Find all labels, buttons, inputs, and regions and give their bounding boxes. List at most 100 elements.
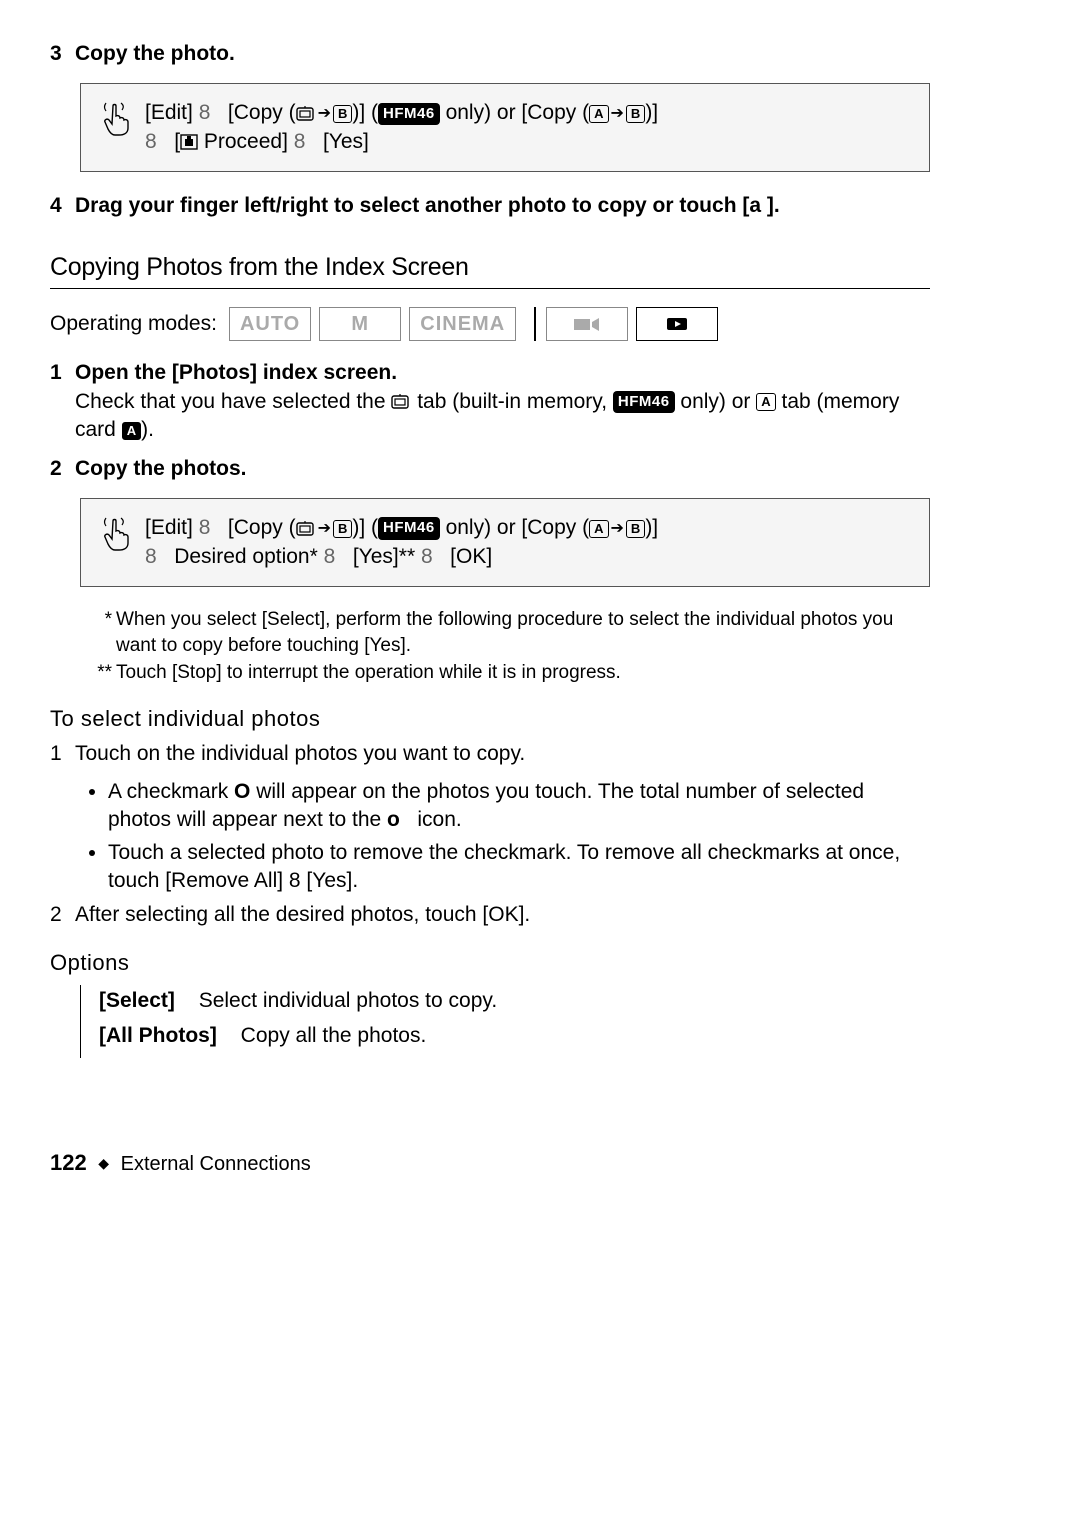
close-bracket: )] <box>645 101 658 124</box>
arrow-right-icon: ➔ <box>611 103 624 125</box>
sel-step-2-text: After selecting all the desired photos, … <box>75 901 930 929</box>
step-3-title: Copy the photo. <box>75 40 930 68</box>
subsection-heading: To select individual photos <box>50 704 930 734</box>
mode-m: M <box>319 307 401 341</box>
option-select-label: [Select] <box>99 989 175 1012</box>
sel-step-2: 2 After selecting all the desired photos… <box>50 901 930 929</box>
s2-step-1: 1 Open the [Photos] index screen. Check … <box>50 359 930 444</box>
model-badge: HFM46 <box>378 103 440 125</box>
sel-step-1: 1 Touch on the individual photos you wan… <box>50 740 930 768</box>
step-3: 3 Copy the photo. <box>50 40 930 68</box>
touch-sequence-box-1: [Edit] 8 [Copy (➔B)] (HFM46 only) or [Co… <box>80 83 930 172</box>
edit-label: [Edit] <box>145 101 193 124</box>
sep-icon: 8 <box>294 130 306 153</box>
copy-label-pre: [Copy ( <box>228 101 296 124</box>
yes-label: [Yes] <box>323 130 369 153</box>
sel-step-1-number: 1 <box>50 740 75 768</box>
s2-step-1-number: 1 <box>50 359 75 444</box>
proceed-label: Proceed] <box>198 130 288 153</box>
proceed-icon <box>180 130 198 153</box>
section-underline <box>50 288 930 289</box>
only-text: only) or [Copy ( <box>440 516 589 539</box>
desired-option-label: Desired option* <box>174 545 318 568</box>
only-text: only) or [Copy ( <box>440 101 589 124</box>
footer-section: External Connections <box>121 1153 311 1175</box>
count-placeholder-icon: o <box>387 808 400 831</box>
touch-icon <box>101 101 131 145</box>
footnote-2: Touch [Stop] to interrupt the operation … <box>116 660 621 686</box>
touch-sequence-1-text: [Edit] 8 [Copy (➔B)] (HFM46 only) or [Co… <box>145 99 658 156</box>
options-block: [Select] Select individual photos to cop… <box>80 985 930 1058</box>
card-a-icon: A <box>589 520 608 538</box>
copy-label-pre: [Copy ( <box>228 516 296 539</box>
footnote-1: When you select [Select], perform the fo… <box>116 607 930 658</box>
touch-sequence-2-text: [Edit] 8 [Copy (➔B)] (HFM46 only) or [Co… <box>145 514 658 571</box>
model-badge: HFM46 <box>613 391 675 413</box>
footnote-mark: * <box>90 607 116 658</box>
mode-camera-icon <box>546 307 628 341</box>
mode-auto: AUTO <box>229 307 311 341</box>
desc-text: ). <box>141 418 154 441</box>
model-badge: HFM46 <box>378 517 440 539</box>
sel-bullet-1: A checkmark O will appear on the photos … <box>108 778 930 835</box>
mode-cinema: CINEMA <box>409 307 516 341</box>
step-4-number: 4 <box>50 192 75 220</box>
s2-step-2-number: 2 <box>50 455 75 483</box>
option-all-label: [All Photos] <box>99 1024 217 1047</box>
touch-sequence-box-2: [Edit] 8 [Copy (➔B)] (HFM46 only) or [Co… <box>80 498 930 587</box>
mode-divider <box>534 307 536 341</box>
step-3-number: 3 <box>50 40 75 68</box>
builtin-memory-icon <box>391 388 411 416</box>
arrow-right-icon: ➔ <box>611 518 624 540</box>
card-a-filled-icon: A <box>122 422 141 440</box>
option-all-photos: [All Photos] Copy all the photos. <box>99 1022 930 1050</box>
card-b-icon: B <box>333 520 352 538</box>
section-heading: Copying Photos from the Index Screen <box>50 251 930 285</box>
option-select-desc: Select individual photos to copy. <box>199 989 497 1012</box>
copy-label-post: )] <box>352 516 365 539</box>
desc-text: tab (built-in memory, <box>411 390 613 413</box>
card-b-icon: B <box>626 520 645 538</box>
footnotes: *When you select [Select], perform the f… <box>90 607 930 686</box>
checkmark-placeholder-icon: O <box>234 780 250 803</box>
page-number: 122 <box>50 1150 87 1175</box>
sep-icon: 8 <box>199 516 211 539</box>
s2-step-2: 2 Copy the photos. <box>50 455 930 483</box>
edit-label: [Edit] <box>145 516 193 539</box>
desc-text: only) or <box>675 390 757 413</box>
sep-icon: 8 <box>145 130 157 153</box>
sep-icon: 8 <box>199 101 211 124</box>
copy-label-post: )] <box>352 101 365 124</box>
bullet-text: A checkmark <box>108 780 234 803</box>
operating-modes-label: Operating modes: <box>50 310 217 338</box>
option-select: [Select] Select individual photos to cop… <box>99 987 930 1015</box>
card-b-icon: B <box>333 105 352 123</box>
s2-step-2-title: Copy the photos. <box>75 455 930 483</box>
arrow-right-icon: ➔ <box>318 103 331 125</box>
step-4-text: Drag your finger left/right to select an… <box>75 192 930 220</box>
card-b-icon: B <box>626 105 645 123</box>
touch-icon <box>101 516 131 560</box>
sep-icon: 8 <box>421 545 433 568</box>
ok-label: [OK] <box>450 545 492 568</box>
s2-step-1-desc: Check that you have selected the tab (bu… <box>75 388 930 445</box>
close-bracket: )] <box>645 516 658 539</box>
option-all-desc: Copy all the photos. <box>241 1024 427 1047</box>
bullet-text: icon. <box>412 808 462 831</box>
builtin-memory-icon <box>296 514 316 542</box>
options-heading: Options <box>50 948 930 978</box>
operating-modes-row: Operating modes: AUTO M CINEMA <box>50 307 930 341</box>
card-a-icon: A <box>756 393 775 411</box>
page-footer: 122 ◆ External Connections <box>50 1148 930 1178</box>
yes-label: [Yes]** <box>353 545 415 568</box>
builtin-memory-icon <box>296 100 316 128</box>
mode-playback-icon <box>636 307 718 341</box>
sep-icon: 8 <box>324 545 336 568</box>
sel-bullet-2: Touch a selected photo to remove the che… <box>108 839 930 896</box>
step-4: 4 Drag your finger left/right to select … <box>50 192 930 220</box>
s2-step-1-title: Open the [Photos] index screen. <box>75 359 930 387</box>
desc-text: Check that you have selected the <box>75 390 391 413</box>
sel-step-2-number: 2 <box>50 901 75 929</box>
footnote-mark: ** <box>90 660 116 686</box>
sel-bullet-list: A checkmark O will appear on the photos … <box>80 778 930 895</box>
